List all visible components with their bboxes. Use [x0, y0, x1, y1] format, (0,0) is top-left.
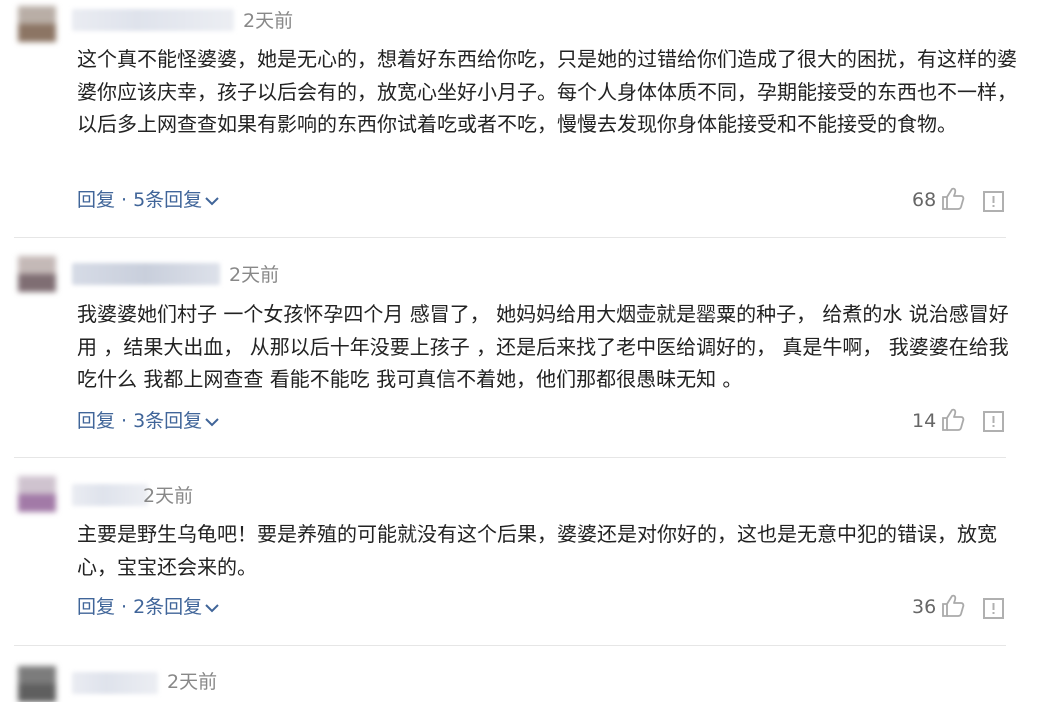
like-count: 68: [912, 189, 937, 211]
reply-button[interactable]: 回复: [77, 408, 115, 434]
like-count: 14: [912, 410, 937, 432]
comment-time: 2天前: [167, 671, 218, 693]
replies-count-label: 2条回复: [133, 596, 203, 618]
comment-text: 这个真不能怪婆婆，她是无心的，想着好东西给你吃，只是她的过错给你们造成了很大的困…: [77, 47, 1017, 136]
comment-actions: 回复 · 5条回复: [77, 187, 220, 213]
replies-count-label: 3条回复: [133, 410, 203, 432]
avatar[interactable]: [18, 476, 56, 512]
username[interactable]: [72, 9, 234, 31]
separator-dot: ·: [121, 410, 128, 432]
thumbs-up-icon[interactable]: [940, 407, 966, 433]
thumbs-up-icon[interactable]: [940, 186, 966, 212]
username[interactable]: [72, 484, 148, 506]
comment-time: 2天前: [143, 485, 194, 507]
view-replies-button[interactable]: 5条回复: [133, 187, 220, 213]
comment-time: 2天前: [229, 264, 280, 286]
thumbs-up-icon[interactable]: [940, 593, 966, 619]
separator-dot: ·: [121, 596, 128, 618]
avatar[interactable]: [18, 6, 56, 42]
replies-count-label: 5条回复: [133, 189, 203, 211]
divider: [14, 645, 1006, 646]
divider: [14, 237, 1006, 238]
reply-button[interactable]: 回复: [77, 594, 115, 620]
username[interactable]: [72, 263, 220, 285]
chevron-down-icon: [205, 417, 219, 426]
comment-text: 主要是野生乌龟吧！要是养殖的可能就没有这个后果，婆婆还是对你好的，这也是无意中犯…: [77, 522, 997, 579]
chevron-down-icon: [205, 196, 219, 205]
reply-button[interactable]: 回复: [77, 187, 115, 213]
avatar[interactable]: [18, 256, 56, 292]
avatar[interactable]: [18, 666, 56, 702]
divider: [14, 457, 1006, 458]
comment-actions: 回复 · 2条回复: [77, 594, 220, 620]
comment-actions: 回复 · 3条回复: [77, 408, 220, 434]
like-count: 36: [912, 596, 937, 618]
chevron-down-icon: [205, 603, 219, 612]
comment-text: 我婆婆她们村子 一个女孩怀孕四个月 感冒了， 她妈妈给用大烟壶就是罂粟的种子， …: [77, 302, 1009, 391]
report-icon[interactable]: [983, 411, 1004, 432]
view-replies-button[interactable]: 3条回复: [133, 408, 220, 434]
view-replies-button[interactable]: 2条回复: [133, 594, 220, 620]
report-icon[interactable]: [983, 191, 1004, 212]
username[interactable]: [72, 672, 158, 694]
report-icon[interactable]: [983, 598, 1004, 619]
comment-time: 2天前: [243, 10, 294, 32]
separator-dot: ·: [121, 189, 128, 211]
